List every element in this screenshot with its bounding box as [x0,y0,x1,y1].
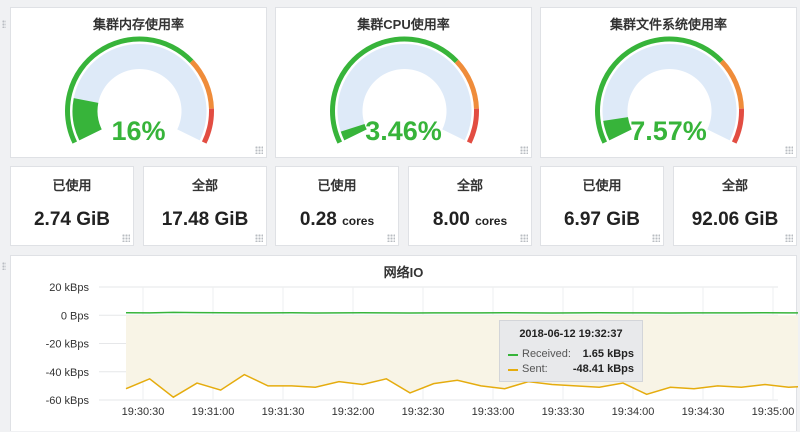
tooltip-series-name: Sent: [522,363,548,375]
stat-label: 全部 [191,178,218,193]
stat-number: 92.06 GiB [691,209,779,230]
stat-cpu-total: 全部 8.00 cores [408,166,532,246]
x-tick-label: 19:33:00 [472,406,515,418]
resize-handle-icon[interactable] [785,234,793,242]
stat-value: 8.00 cores [409,209,531,231]
chart-tooltip: 2018-06-12 19:32:37 Received: 1.65 kBps … [499,320,643,382]
resize-handle-icon[interactable] [652,234,660,242]
x-tick-label: 19:35:00 [752,406,795,418]
stat-unit: cores [342,214,375,228]
gauge-value: 16% [111,116,166,146]
y-tick-label: -60 kBps [46,395,90,407]
x-tick-label: 19:31:00 [192,406,235,418]
resize-handle-icon[interactable] [520,234,528,242]
sent-area [126,315,798,398]
stat-number: 8.00 [432,209,470,230]
tooltip-series-name: Received: [522,348,571,360]
stat-number: 17.48 GiB [161,209,249,230]
resize-handle-icon[interactable] [255,234,263,242]
tooltip-row-sent: Sent: -48.41 kBps [508,363,634,377]
x-tick-label: 19:33:30 [542,406,585,418]
stat-memory-total: 全部 17.48 GiB [143,166,267,246]
stat-cpu-used: 已使用 0.28 cores [275,166,399,246]
tooltip-time: 2018-06-12 19:32:37 [519,328,623,340]
x-tick-label: 19:34:00 [612,406,655,418]
y-tick-label: 20 kBps [49,282,89,294]
stat-label: 已使用 [52,178,92,193]
stat-unit: cores [475,214,508,228]
tooltip-row-received: Received: 1.65 kBps [508,348,634,362]
stat-label: 已使用 [582,178,622,193]
stat-label: 已使用 [317,178,357,193]
resize-handle-icon[interactable] [255,146,263,154]
stat-memory-used: 已使用 2.74 GiB [10,166,134,246]
network-io-panel: 网络IO 20 kBps 0 Bps -20 kBps -40 kBps -60 kBp… [10,255,798,432]
gauge-panel-memory: 集群内存使用率 16% [10,7,267,158]
x-tick-label: 19:32:30 [402,406,445,418]
gauge-panel-cpu: 集群CPU使用率 3.46% [275,7,532,158]
y-tick-label: -40 kBps [46,367,90,379]
gauge-value: 7.57% [630,116,707,146]
tooltip-series-value: 1.65 kBps [582,348,634,360]
tooltip-series-value: -48.41 kBps [572,363,634,375]
network-io-chart[interactable]: 20 kBps 0 Bps -20 kBps -40 kBps -60 kBps 19:3… [11,256,798,432]
sent-swatch [508,369,518,371]
gauge-value: 3.46% [365,116,442,146]
x-tick-label: 19:32:00 [332,406,375,418]
stat-value: 2.74 GiB [11,209,133,231]
stat-value: 6.97 GiB [541,209,663,231]
x-tick-label: 19:30:30 [122,406,165,418]
resize-handle-icon[interactable] [520,146,528,154]
stat-value: 17.48 GiB [144,209,266,231]
stat-number: 0.28 [299,209,337,230]
row-drag-handle-icon[interactable] [2,262,6,270]
stat-fs-total: 全部 92.06 GiB [673,166,797,246]
stat-number: 2.74 GiB [33,209,111,230]
resize-handle-icon[interactable] [785,146,793,154]
x-tick-label: 19:31:30 [262,406,305,418]
stat-label: 全部 [721,178,748,193]
received-swatch [508,354,518,356]
stat-fs-used: 已使用 6.97 GiB [540,166,664,246]
y-tick-label: -20 kBps [46,339,90,351]
resize-handle-icon[interactable] [122,234,130,242]
stat-value: 0.28 cores [276,209,398,231]
stat-label: 全部 [456,178,483,193]
stat-value: 92.06 GiB [674,209,796,231]
series-line-received [125,311,798,314]
resize-handle-icon[interactable] [387,234,395,242]
x-tick-label: 19:34:30 [682,406,725,418]
y-tick-label: 0 Bps [61,310,90,322]
row-drag-handle-icon[interactable] [2,20,6,28]
stat-number: 6.97 GiB [563,209,641,230]
gauge-panel-filesystem: 集群文件系统使用率 7.57% [540,7,797,158]
